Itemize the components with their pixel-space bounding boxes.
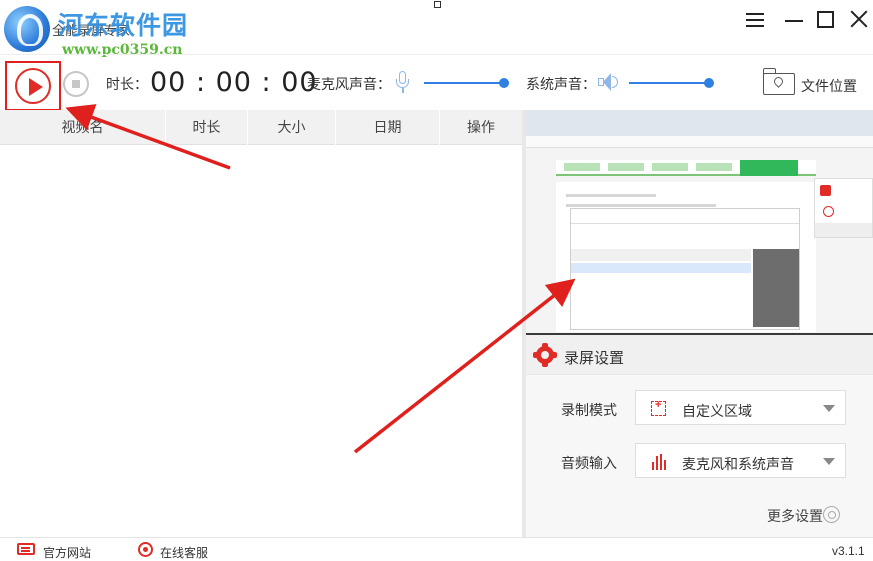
mic-volume-knob[interactable] bbox=[499, 78, 509, 88]
speaker-icon[interactable] bbox=[598, 72, 620, 92]
audio-input-label: 音频输入 bbox=[561, 455, 617, 471]
settings-cog-icon[interactable] bbox=[823, 506, 840, 523]
column-size[interactable]: 大小 bbox=[247, 110, 335, 145]
menu-button[interactable] bbox=[744, 8, 768, 32]
file-location-button[interactable]: 文件位置 bbox=[801, 76, 857, 96]
record-toolbar: 时长： 00 : 00 : 00 麦克风声音： 系统声音： 文件位置 bbox=[0, 54, 873, 111]
customer-service-icon[interactable] bbox=[138, 542, 153, 557]
official-website-link[interactable]: 官方网站 bbox=[43, 544, 91, 561]
mic-volume-label: 麦克风声音： bbox=[307, 76, 391, 92]
audio-input-value: 麦克风和系统声音 bbox=[682, 456, 794, 472]
microphone-icon[interactable] bbox=[396, 71, 409, 95]
system-volume-label: 系统声音： bbox=[526, 76, 596, 92]
video-list-header: 视频名 时长 大小 日期 操作 bbox=[0, 110, 522, 145]
app-logo-icon bbox=[4, 6, 50, 52]
folder-location-icon[interactable] bbox=[763, 68, 795, 96]
video-list[interactable] bbox=[0, 145, 522, 537]
mic-volume-slider[interactable] bbox=[424, 78, 509, 88]
screen-preview bbox=[526, 110, 873, 335]
system-volume-knob[interactable] bbox=[704, 78, 714, 88]
record-mode-select[interactable]: 自定义区域 bbox=[635, 390, 846, 425]
record-mode-value: 自定义区域 bbox=[682, 403, 752, 419]
gear-icon bbox=[533, 343, 557, 367]
audio-input-select[interactable]: 麦克风和系统声音 bbox=[635, 443, 846, 478]
status-bar: 官方网站 在线客服 v3.1.1 bbox=[0, 537, 873, 561]
more-settings-link[interactable]: 更多设置 bbox=[767, 506, 823, 526]
close-button[interactable] bbox=[848, 8, 872, 32]
column-actions[interactable]: 操作 bbox=[439, 110, 522, 145]
start-record-button[interactable] bbox=[15, 68, 51, 104]
custom-region-icon bbox=[651, 399, 666, 416]
chevron-down-icon bbox=[823, 458, 835, 465]
stop-record-button[interactable] bbox=[63, 71, 89, 97]
audio-wave-icon bbox=[652, 454, 668, 470]
column-video-name[interactable]: 视频名 bbox=[0, 110, 165, 145]
maximize-button[interactable] bbox=[815, 8, 839, 32]
online-service-link[interactable]: 在线客服 bbox=[160, 544, 208, 561]
column-date[interactable]: 日期 bbox=[335, 110, 439, 145]
record-mode-label: 录制模式 bbox=[561, 402, 617, 418]
version-label: v3.1.1 bbox=[832, 544, 865, 558]
record-timer: 00 : 00 : 00 bbox=[150, 67, 318, 98]
record-settings-panel: 录屏设置 录制模式 自定义区域 音频输入 麦克风和系统声音 更多设置 bbox=[526, 335, 873, 537]
settings-header: 录屏设置 bbox=[526, 335, 873, 375]
duration-label: 时长： bbox=[106, 76, 148, 92]
resize-handle[interactable] bbox=[434, 1, 441, 8]
settings-title: 录屏设置 bbox=[564, 350, 625, 367]
website-icon[interactable] bbox=[17, 543, 35, 555]
preview-screenshot bbox=[526, 110, 873, 333]
chevron-down-icon bbox=[823, 405, 835, 412]
watermark-title: 河东软件园 bbox=[58, 11, 189, 40]
column-duration[interactable]: 时长 bbox=[165, 110, 247, 145]
minimize-button[interactable] bbox=[783, 8, 807, 32]
system-volume-slider[interactable] bbox=[629, 78, 714, 88]
title-bar: 全能录屏专家 河东软件园 www.pc0359.cn bbox=[0, 0, 873, 58]
